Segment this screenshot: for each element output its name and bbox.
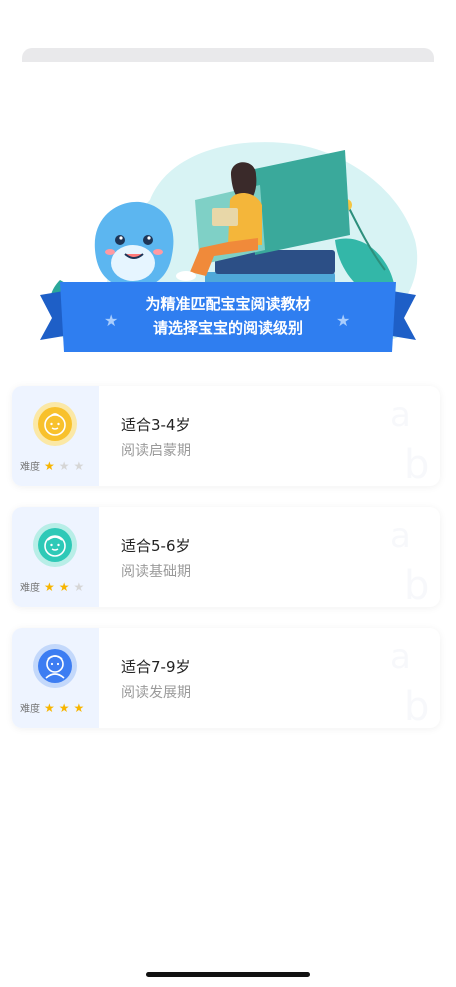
level-card-5-6[interactable]: 难度 ★ ★ ★ 适合5-6岁 阅读基础期 a b — [12, 507, 440, 607]
level-age-title: 适合5-6岁 — [121, 537, 191, 555]
top-bar — [22, 48, 434, 62]
level-card-badge-area: 难度 ★ ★ ★ — [12, 628, 99, 728]
level-age-title: 适合7-9岁 — [121, 658, 191, 676]
home-indicator[interactable] — [146, 972, 310, 977]
level-card-badge-area: 难度 ★ ★ ★ — [12, 507, 99, 607]
star-icon: ★ — [73, 458, 85, 473]
level-stage-subtitle: 阅读发展期 — [121, 685, 191, 701]
watermark-letters-icon: a b — [390, 516, 429, 607]
child-face-icon — [33, 523, 77, 567]
svg-text:a: a — [390, 516, 411, 556]
difficulty-rating: 难度 ★ ★ ★ — [20, 458, 85, 474]
hero-illustration: ★ ★ — [40, 142, 418, 352]
star-icon: ★ — [73, 700, 85, 715]
svg-text:a: a — [390, 637, 411, 677]
baby-face-icon — [33, 402, 77, 446]
star-icon: ★ — [58, 579, 70, 594]
difficulty-rating: 难度 ★ ★ ★ — [20, 579, 85, 595]
level-age-title: 适合3-4岁 — [121, 416, 191, 434]
level-card-badge-area: 难度 ★ ★ ★ — [12, 386, 99, 486]
svg-text:a: a — [390, 395, 411, 435]
difficulty-label: 难度 — [20, 704, 40, 715]
star-icon: ★ — [44, 579, 55, 594]
star-icon: ★ — [44, 700, 55, 715]
level-stage-subtitle: 阅读启蒙期 — [121, 443, 191, 459]
difficulty-rating: 难度 ★ ★ ★ — [20, 700, 85, 716]
girl-shoe — [176, 271, 196, 281]
svg-text:b: b — [404, 684, 429, 728]
book-in-hand — [212, 208, 238, 226]
kid-face-icon — [33, 644, 77, 688]
star-icon: ★ — [44, 458, 55, 473]
banner-message: 为精准匹配宝宝阅读教材 请选择宝宝的阅读级别 — [60, 292, 396, 340]
difficulty-label: 难度 — [20, 462, 40, 473]
watermark-letters-icon: a b — [390, 395, 429, 486]
level-card-3-4[interactable]: 难度 ★ ★ ★ 适合3-4岁 阅读启蒙期 a b — [12, 386, 440, 486]
dolphin-belly — [111, 245, 155, 281]
star-icon: ★ — [58, 700, 70, 715]
banner-line-2: 请选择宝宝的阅读级别 — [152, 319, 303, 337]
dolphin-eye — [143, 235, 153, 245]
banner-line-1: 为精准匹配宝宝阅读教材 — [145, 295, 311, 313]
svg-text:b: b — [404, 442, 429, 486]
level-card-7-9[interactable]: 难度 ★ ★ ★ 适合7-9岁 阅读发展期 a b — [12, 628, 440, 728]
star-icon: ★ — [58, 458, 70, 473]
dolphin-eye — [115, 235, 125, 245]
svg-text:b: b — [404, 563, 429, 607]
level-stage-subtitle: 阅读基础期 — [121, 564, 191, 580]
difficulty-label: 难度 — [20, 583, 40, 594]
star-icon: ★ — [73, 579, 85, 594]
watermark-letters-icon: a b — [390, 637, 429, 728]
